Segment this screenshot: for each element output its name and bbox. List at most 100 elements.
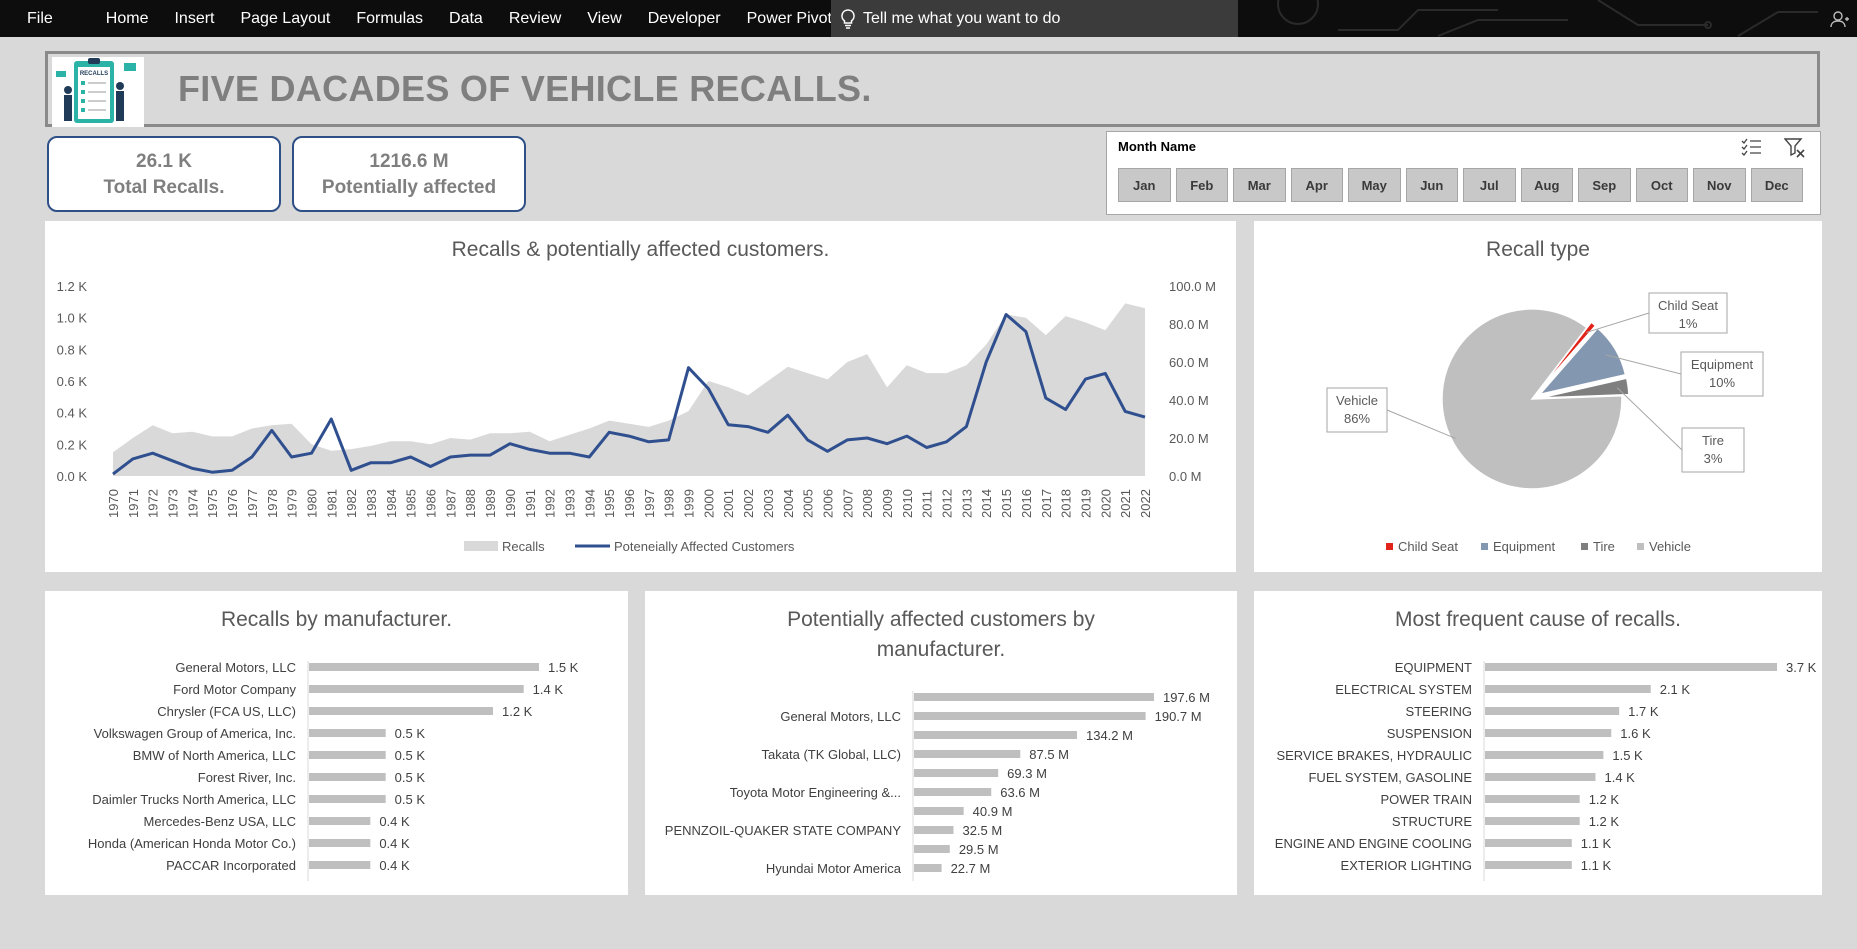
bar xyxy=(309,839,371,847)
tab-power-pivot[interactable]: Power Pivot xyxy=(734,10,845,28)
x-tick: 2021 xyxy=(1118,489,1133,518)
add-user-icon[interactable] xyxy=(1823,0,1857,37)
recall-type-chart: Child Seat 1% Equipment 10% Tire 3% Vehicle 86%… xyxy=(1326,292,1764,554)
affected-panel: Potentially affected customers by manufa… xyxy=(645,591,1237,895)
x-tick: 1972 xyxy=(146,489,161,518)
bar-data-label: 0.4 K xyxy=(379,836,410,851)
bar-data-label: 3.7 K xyxy=(1786,660,1817,675)
kpi-total-recalls: 26.1 K Total Recalls. xyxy=(47,136,281,212)
bar-data-label: 22.7 M xyxy=(951,861,991,876)
x-tick: 1980 xyxy=(304,489,319,518)
y-left-tick: 0.0 K xyxy=(57,469,88,484)
x-tick: 2014 xyxy=(979,489,994,518)
x-tick: 1978 xyxy=(265,489,280,518)
x-tick: 1984 xyxy=(384,489,399,518)
bar-category-label: POWER TRAIN xyxy=(1381,792,1473,807)
kpi-value: 1216.6 M xyxy=(369,151,449,172)
y-left-tick: 1.2 K xyxy=(57,279,88,294)
bar-data-label: 40.9 M xyxy=(973,804,1013,819)
legend-label: Equipment xyxy=(1493,539,1556,554)
bar-data-label: 0.5 K xyxy=(395,792,426,807)
tab-page-layout[interactable]: Page Layout xyxy=(227,10,343,28)
bar-category-label: SUSPENSION xyxy=(1387,726,1472,741)
x-tick: 2001 xyxy=(721,489,736,518)
bar-data-label: 87.5 M xyxy=(1029,747,1069,762)
x-tick: 1976 xyxy=(225,489,240,518)
month-button-jun[interactable]: Jun xyxy=(1405,168,1458,202)
tab-data[interactable]: Data xyxy=(436,10,496,28)
trend-panel: Recalls & potentially affected customers… xyxy=(45,221,1236,572)
bar-data-label: 1.2 K xyxy=(1589,792,1620,807)
bar-category-label: SERVICE BRAKES, HYDRAULIC xyxy=(1276,748,1472,763)
month-button-sep[interactable]: Sep xyxy=(1578,168,1631,202)
x-tick: 1975 xyxy=(205,489,220,518)
bar xyxy=(1485,817,1580,825)
manufacturer-panel: Recalls by manufacturer. 1.5 K General Mo… xyxy=(45,591,628,895)
bar-data-label: 32.5 M xyxy=(962,823,1002,838)
y-left-tick: 0.6 K xyxy=(57,374,88,389)
month-button-feb[interactable]: Feb xyxy=(1175,168,1228,202)
x-tick: 2006 xyxy=(820,489,835,518)
x-tick: 1982 xyxy=(344,489,359,518)
recall-type-panel: Recall type Child Seat 1% Equipment 10% Tire… xyxy=(1254,221,1822,572)
bar xyxy=(1485,707,1620,715)
month-button-oct[interactable]: Oct xyxy=(1635,168,1688,202)
tell-me-search[interactable]: Tell me what you want to do xyxy=(831,0,1238,37)
tab-home[interactable]: Home xyxy=(93,10,162,28)
multi-select-icon[interactable] xyxy=(1740,137,1762,157)
leader-line xyxy=(1616,387,1683,451)
x-tick: 1994 xyxy=(582,489,597,518)
bar-data-label: 0.5 K xyxy=(395,770,426,785)
y-right-tick: 100.0 M xyxy=(1169,279,1216,294)
affected-chart: 197.6 M 190.7 M General Motors, LLC 134.2 M… xyxy=(665,690,1210,881)
bar-data-label: 63.6 M xyxy=(1000,785,1040,800)
x-tick: 1999 xyxy=(682,489,697,518)
bar-data-label: 1.5 K xyxy=(1612,748,1643,763)
tab-developer[interactable]: Developer xyxy=(635,10,734,28)
ribbon-decoration xyxy=(1277,0,1818,37)
clear-filter-icon[interactable] xyxy=(1784,137,1806,159)
bar xyxy=(309,685,524,693)
month-button-mar[interactable]: Mar xyxy=(1233,168,1286,202)
bar xyxy=(1485,729,1612,737)
bar-data-label: 0.4 K xyxy=(379,814,410,829)
month-button-dec[interactable]: Dec xyxy=(1750,168,1803,202)
tab-view[interactable]: View xyxy=(574,10,634,28)
tab-insert[interactable]: Insert xyxy=(161,10,227,28)
month-button-apr[interactable]: Apr xyxy=(1290,168,1343,202)
tab-formulas[interactable]: Formulas xyxy=(343,10,436,28)
bar xyxy=(1485,773,1596,781)
x-tick: 1988 xyxy=(463,489,478,518)
x-tick: 1997 xyxy=(642,489,657,518)
month-button-nov[interactable]: Nov xyxy=(1693,168,1746,202)
x-tick: 2017 xyxy=(1039,489,1054,518)
bar-category-label: Toyota Motor Engineering &... xyxy=(730,785,901,800)
month-button-jan[interactable]: Jan xyxy=(1118,168,1171,202)
x-tick: 1981 xyxy=(324,489,339,518)
kpi-label: Potentially affected xyxy=(321,177,497,198)
dashboard-title: FIVE DACADES OF VEHICLE RECALLS. xyxy=(178,68,872,109)
legend-affected-label: Poteneially Affected Customers xyxy=(614,539,795,554)
recalls-logo: RECALLS xyxy=(52,57,144,127)
month-button-aug[interactable]: Aug xyxy=(1520,168,1573,202)
bar xyxy=(1485,839,1572,847)
x-tick: 1995 xyxy=(602,489,617,518)
bar-data-label: 29.5 M xyxy=(959,842,999,857)
bar xyxy=(309,795,386,803)
tab-review[interactable]: Review xyxy=(496,10,574,28)
bar-data-label: 1.7 K xyxy=(1628,704,1659,719)
bar-data-label: 0.5 K xyxy=(395,726,426,741)
month-button-may[interactable]: May xyxy=(1348,168,1401,202)
x-tick: 1977 xyxy=(245,489,260,518)
svg-text:RECALLS: RECALLS xyxy=(80,71,108,77)
bar-category-label: General Motors, LLC xyxy=(175,660,296,675)
bar-data-label: 1.4 K xyxy=(533,682,564,697)
x-tick: 1971 xyxy=(126,489,141,518)
x-tick: 2015 xyxy=(999,489,1014,518)
tab-file[interactable]: File xyxy=(0,10,93,28)
bar xyxy=(309,707,493,715)
lightbulb-icon xyxy=(841,8,855,29)
x-tick: 1998 xyxy=(662,489,677,518)
month-button-jul[interactable]: Jul xyxy=(1463,168,1516,202)
bar-data-label: 1.1 K xyxy=(1581,858,1612,873)
